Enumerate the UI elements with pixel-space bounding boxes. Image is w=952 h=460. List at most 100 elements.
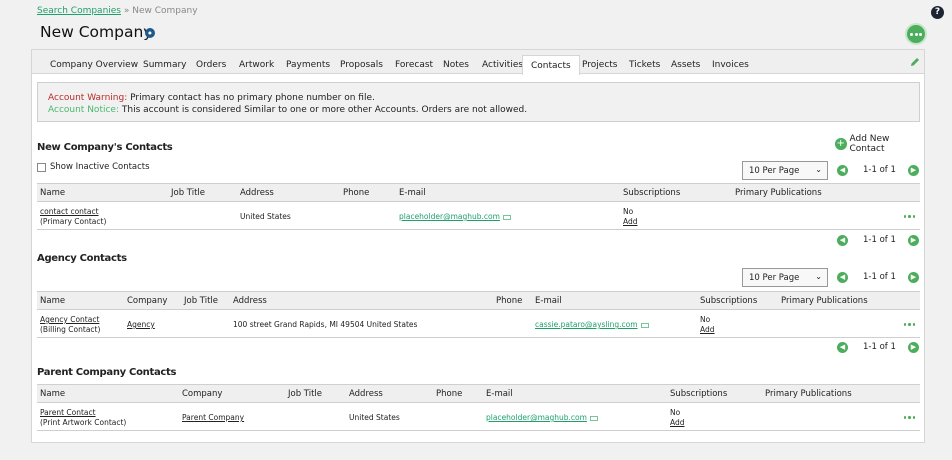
col-subscriptions: Subscriptions xyxy=(623,188,681,198)
contact-email[interactable]: placeholder@maghub.com xyxy=(399,212,511,222)
col-company: Company xyxy=(127,296,168,306)
table-row: Parent Contact (Print Artwork Contact) P… xyxy=(37,404,920,431)
row-more-icon[interactable] xyxy=(903,215,915,218)
mail-icon xyxy=(589,415,598,421)
contacts-pagination-bottom: 1-1 of 1 xyxy=(863,235,896,245)
contacts-pagination: 1-1 of 1 xyxy=(863,165,896,175)
tab-notes[interactable]: Notes xyxy=(443,60,469,70)
more-options-icon[interactable] xyxy=(907,25,925,43)
col-phone: Phone xyxy=(496,296,523,306)
col-name: Name xyxy=(40,296,66,306)
breadcrumb: Search Companies » New Company xyxy=(37,6,198,16)
add-subscription-link[interactable]: Add xyxy=(670,418,685,428)
table-row: contact contact (Primary Contact) United… xyxy=(37,203,920,230)
tab-company-overview[interactable]: Company Overview xyxy=(50,60,138,70)
tab-payments[interactable]: Payments xyxy=(286,60,330,70)
row-more-icon[interactable] xyxy=(903,416,915,419)
add-subscription-link[interactable]: Add xyxy=(623,217,638,227)
account-alert: Account Warning: Primary contact has no … xyxy=(37,82,920,122)
contact-name-link[interactable]: contact contact xyxy=(40,207,99,217)
tab-assets[interactable]: Assets xyxy=(671,60,700,70)
subscription-status: No xyxy=(700,315,711,324)
tab-invoices[interactable]: Invoices xyxy=(712,60,749,70)
parent-table-header: Name Company Job Title Address Phone E-m… xyxy=(37,384,920,403)
contact-address: 100 street Grand Rapids, MI 49504 United… xyxy=(233,320,418,329)
contact-name-link[interactable]: Agency Contact xyxy=(40,315,99,325)
show-inactive-toggle[interactable]: Show Inactive Contacts xyxy=(37,162,150,172)
contacts-section-title: New Company's Contacts xyxy=(37,142,173,153)
col-address: Address xyxy=(349,389,383,399)
col-primary-publications: Primary Publications xyxy=(781,296,868,306)
chevron-left-icon[interactable]: ◀ xyxy=(837,165,848,176)
breadcrumb-separator: » xyxy=(121,6,133,16)
col-subscriptions: Subscriptions xyxy=(700,296,758,306)
agency-pagination: 1-1 of 1 xyxy=(863,272,896,282)
contact-role: (Print Artwork Contact) xyxy=(40,418,127,427)
tab-orders[interactable]: Orders xyxy=(196,60,226,70)
tab-projects[interactable]: Projects xyxy=(582,60,617,70)
mail-icon xyxy=(502,214,511,220)
add-new-contact-button[interactable]: + Add New Contact xyxy=(835,134,924,154)
chevron-right-icon[interactable]: ▶ xyxy=(908,342,919,353)
col-job-title: Job Title xyxy=(184,296,219,306)
pencil-icon[interactable] xyxy=(909,56,921,68)
contact-email[interactable]: placeholder@maghub.com xyxy=(486,413,598,423)
col-email: E-mail xyxy=(399,188,426,198)
show-inactive-checkbox[interactable] xyxy=(37,162,46,172)
plus-circle-icon: + xyxy=(835,138,847,150)
company-panel: Company Overview Summary Orders Artwork … xyxy=(31,49,925,443)
col-phone: Phone xyxy=(343,188,370,198)
contact-address: United States xyxy=(349,413,400,422)
chevron-left-icon[interactable]: ◀ xyxy=(837,235,848,246)
subscription-status: No xyxy=(670,408,681,417)
account-warning: Account Warning: Primary contact has no … xyxy=(48,93,375,103)
tab-contacts[interactable]: Contacts xyxy=(522,55,580,75)
contact-address: United States xyxy=(240,212,291,221)
chevron-left-icon[interactable]: ◀ xyxy=(837,342,848,353)
help-icon[interactable]: ? xyxy=(931,6,944,19)
tab-proposals[interactable]: Proposals xyxy=(340,60,383,70)
row-more-icon[interactable] xyxy=(903,323,915,326)
breadcrumb-current: New Company xyxy=(132,6,198,16)
subscription-status: No xyxy=(623,207,634,216)
tab-tickets[interactable]: Tickets xyxy=(629,60,660,70)
agency-pagination-bottom: 1-1 of 1 xyxy=(863,342,896,352)
col-company: Company xyxy=(182,389,223,399)
col-email: E-mail xyxy=(486,389,513,399)
chevron-right-icon[interactable]: ▶ xyxy=(908,272,919,283)
page-title: New Company xyxy=(40,23,153,41)
tab-artwork[interactable]: Artwork xyxy=(239,60,274,70)
col-job-title: Job Title xyxy=(288,389,323,399)
contact-email[interactable]: cassie.pataro@aysling.com xyxy=(535,320,649,330)
tab-bar: Company Overview Summary Orders Artwork … xyxy=(32,50,924,75)
tab-forecast[interactable]: Forecast xyxy=(395,60,433,70)
col-name: Name xyxy=(40,389,66,399)
col-primary-publications: Primary Publications xyxy=(765,389,852,399)
chevron-left-icon[interactable]: ◀ xyxy=(837,272,848,283)
company-link[interactable]: Agency xyxy=(127,320,155,330)
contact-role: (Primary Contact) xyxy=(40,217,107,226)
parent-section-title: Parent Company Contacts xyxy=(37,367,177,378)
col-email: E-mail xyxy=(535,296,562,306)
agency-per-page-select[interactable]: 10 Per Page ⌄ xyxy=(742,268,828,287)
col-phone: Phone xyxy=(436,389,463,399)
breadcrumb-search-companies[interactable]: Search Companies xyxy=(37,6,121,16)
company-badge-icon: ● xyxy=(145,28,155,38)
chevron-right-icon[interactable]: ▶ xyxy=(908,165,919,176)
contacts-per-page-select[interactable]: 10 Per Page ⌄ xyxy=(742,161,828,180)
col-address: Address xyxy=(240,188,274,198)
chevron-right-icon[interactable]: ▶ xyxy=(908,235,919,246)
contact-name-link[interactable]: Parent Contact xyxy=(40,408,96,418)
col-primary-publications: Primary Publications xyxy=(735,188,822,198)
col-subscriptions: Subscriptions xyxy=(670,389,728,399)
col-job-title: Job Title xyxy=(171,188,206,198)
account-notice: Account Notice: This account is consider… xyxy=(48,105,528,115)
agency-table-header: Name Company Job Title Address Phone E-m… xyxy=(37,291,920,310)
table-row: Agency Contact (Billing Contact) Agency … xyxy=(37,311,920,338)
mail-icon xyxy=(640,322,649,328)
tab-summary[interactable]: Summary xyxy=(143,60,187,70)
add-subscription-link[interactable]: Add xyxy=(700,325,715,335)
company-link[interactable]: Parent Company xyxy=(182,413,244,423)
agency-section-title: Agency Contacts xyxy=(37,253,127,264)
tab-activities[interactable]: Activities xyxy=(482,60,523,70)
